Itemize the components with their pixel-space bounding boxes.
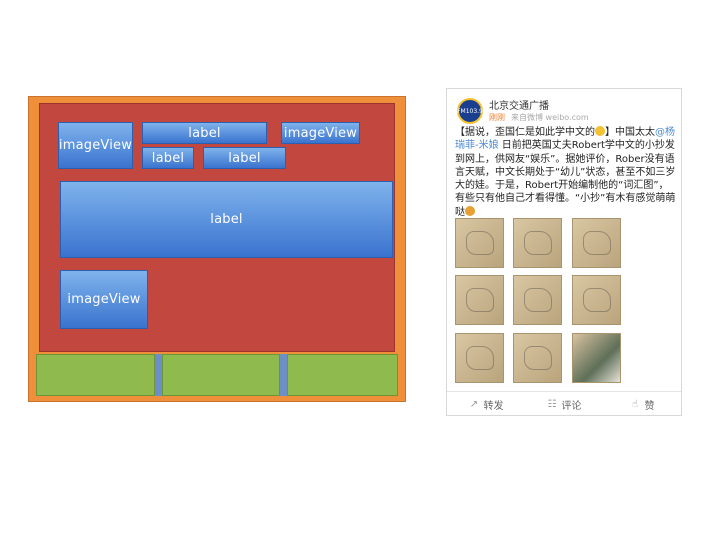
post-time: 刚刚 bbox=[489, 113, 505, 122]
post-text: 【据说，歪国仁是如此学中文的 】中国太太@杨瑞菲-米娘 日前把英国丈夫Robert… bbox=[455, 126, 677, 219]
post-text-part-1: 【据说，歪国仁是如此学中文的 bbox=[455, 127, 595, 138]
weibo-post: FM103.9 北京交通广播 刚刚 来自微博 weibo.com 【据说，歪国仁是… bbox=[446, 88, 682, 416]
like-button[interactable]: ☝ 赞 bbox=[603, 397, 681, 412]
action-block-2 bbox=[162, 354, 280, 396]
repost-icon: ↗ bbox=[469, 398, 479, 410]
image-thumb[interactable] bbox=[513, 275, 562, 325]
image-thumb[interactable] bbox=[513, 333, 562, 383]
comment-icon: ☷ bbox=[547, 398, 557, 410]
image-view-bottom: imageView bbox=[60, 270, 148, 329]
smile-emoji-icon bbox=[595, 126, 605, 136]
label-big: label bbox=[60, 181, 393, 258]
laugh-emoji-icon bbox=[465, 205, 475, 216]
image-view-top-right: imageView bbox=[281, 122, 360, 144]
post-text-part-2: 】中国太太 bbox=[605, 127, 655, 138]
image-thumb[interactable] bbox=[455, 275, 504, 325]
like-icon: ☝ bbox=[631, 398, 639, 410]
label-top: label bbox=[142, 122, 267, 144]
mockup-cell-area: imageView label imageView label label la… bbox=[39, 103, 395, 352]
post-text-part-3: 日前把英国丈夫Robert学中文的小抄发到网上，供网友“娱乐”。据她评价，Rob… bbox=[455, 140, 676, 218]
comment-label: 评论 bbox=[561, 400, 582, 412]
image-thumb[interactable] bbox=[455, 333, 504, 383]
comment-button[interactable]: ☷ 评论 bbox=[525, 397, 603, 412]
image-thumb[interactable] bbox=[572, 275, 621, 325]
account-name[interactable]: 北京交通广播 bbox=[489, 97, 549, 112]
mention-at[interactable]: @ bbox=[655, 127, 665, 138]
post-meta: 刚刚 来自微博 weibo.com bbox=[489, 112, 589, 123]
action-block-3 bbox=[287, 354, 398, 396]
account-avatar[interactable]: FM103.9 bbox=[457, 98, 483, 124]
action-bar bbox=[36, 354, 398, 396]
label-small-1: label bbox=[142, 147, 194, 169]
like-label: 赞 bbox=[644, 400, 655, 412]
image-view-top-left: imageView bbox=[58, 122, 133, 169]
repost-button[interactable]: ↗ 转发 bbox=[447, 397, 525, 412]
repost-label: 转发 bbox=[483, 400, 504, 412]
post-source[interactable]: 来自微博 weibo.com bbox=[511, 113, 589, 122]
post-actions: ↗ 转发 ☷ 评论 ☝ 赞 bbox=[447, 391, 681, 416]
label-small-2: label bbox=[203, 147, 286, 169]
image-thumb[interactable] bbox=[455, 218, 504, 268]
image-thumb[interactable] bbox=[572, 333, 621, 383]
image-thumb[interactable] bbox=[513, 218, 562, 268]
mockup-frame: imageView label imageView label label la… bbox=[28, 96, 406, 402]
image-thumb[interactable] bbox=[572, 218, 621, 268]
action-block-1 bbox=[36, 354, 155, 396]
